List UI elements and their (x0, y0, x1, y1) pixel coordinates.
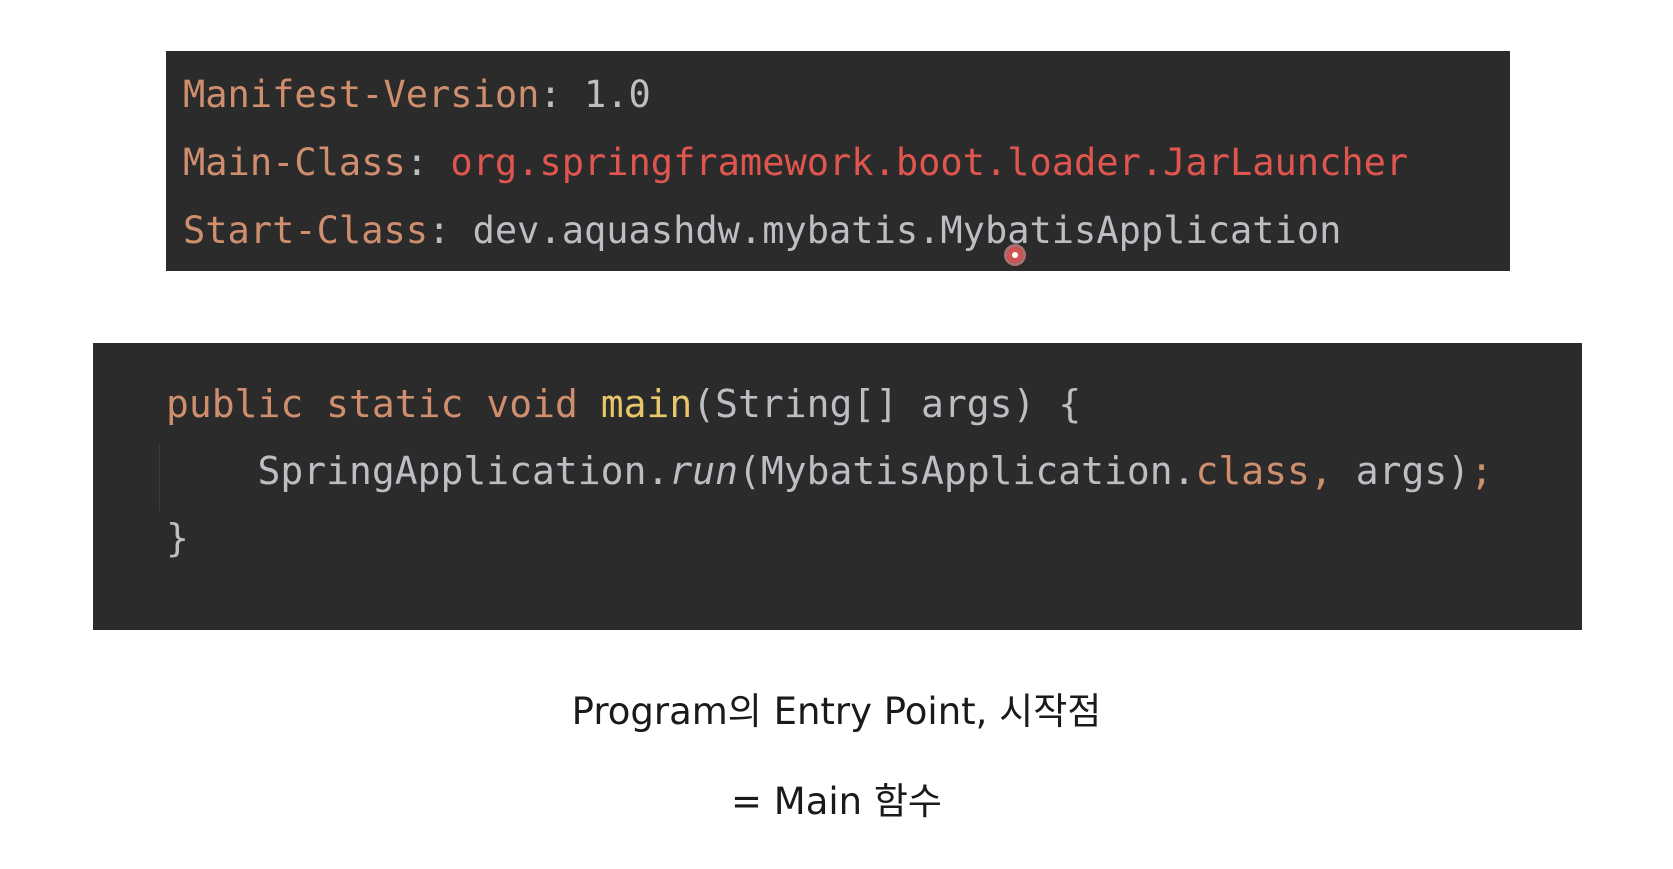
static-method-run: run (669, 449, 738, 493)
manifest-code-block: Manifest-Version: 1.0 Main-Class: org.sp… (166, 51, 1510, 271)
java-code-block: public static void main(String[] args) {… (93, 343, 1582, 630)
manifest-key: Manifest-Version (183, 73, 540, 116)
code-line-signature: public static void main(String[] args) { (166, 371, 1582, 438)
manifest-value: org.springframework.boot.loader.JarLaunc… (450, 141, 1409, 184)
manifest-separator: : (405, 141, 451, 184)
manifest-key: Main-Class (183, 141, 406, 184)
keyword-public: public (166, 382, 304, 426)
semicolon: ; (1470, 449, 1493, 493)
keyword-class: class (1195, 449, 1310, 493)
code-line-close: } (166, 505, 1582, 572)
method-params: (String[] args) { (692, 382, 1082, 426)
manifest-value: dev.aquashdw.mybatis.MybatisApplication (472, 209, 1342, 252)
closing-brace: } (166, 516, 189, 560)
call-args: args) (1332, 449, 1471, 493)
manifest-line-main-class: Main-Class: org.springframework.boot.loa… (183, 129, 1510, 197)
manifest-value: 1.0 (583, 73, 651, 116)
comma: , (1309, 449, 1333, 493)
call-argument: (MybatisApplication. (737, 449, 1196, 493)
manifest-line-version: Manifest-Version: 1.0 (183, 61, 1510, 129)
caption-main-function: = Main 함수 (731, 780, 942, 823)
manifest-separator: : (539, 73, 584, 116)
manifest-line-start-class: Start-Class: dev.aquashdw.mybatis.Mybati… (183, 197, 1510, 265)
code-line-body: SpringApplication.run(MybatisApplication… (166, 438, 1582, 505)
manifest-key: Start-Class (183, 209, 429, 252)
caption-entry-point: Program의 Entry Point, 시작점 (571, 690, 1102, 733)
class-reference: SpringApplication. (257, 449, 670, 493)
indent-guide (159, 443, 160, 511)
manifest-separator: : (428, 209, 473, 252)
slide: Manifest-Version: 1.0 Main-Class: org.sp… (0, 0, 1673, 869)
keyword-void: void (486, 382, 578, 426)
keyword-static: static (326, 382, 464, 426)
mouse-cursor-indicator (1007, 247, 1023, 263)
method-name-main: main (600, 382, 693, 426)
